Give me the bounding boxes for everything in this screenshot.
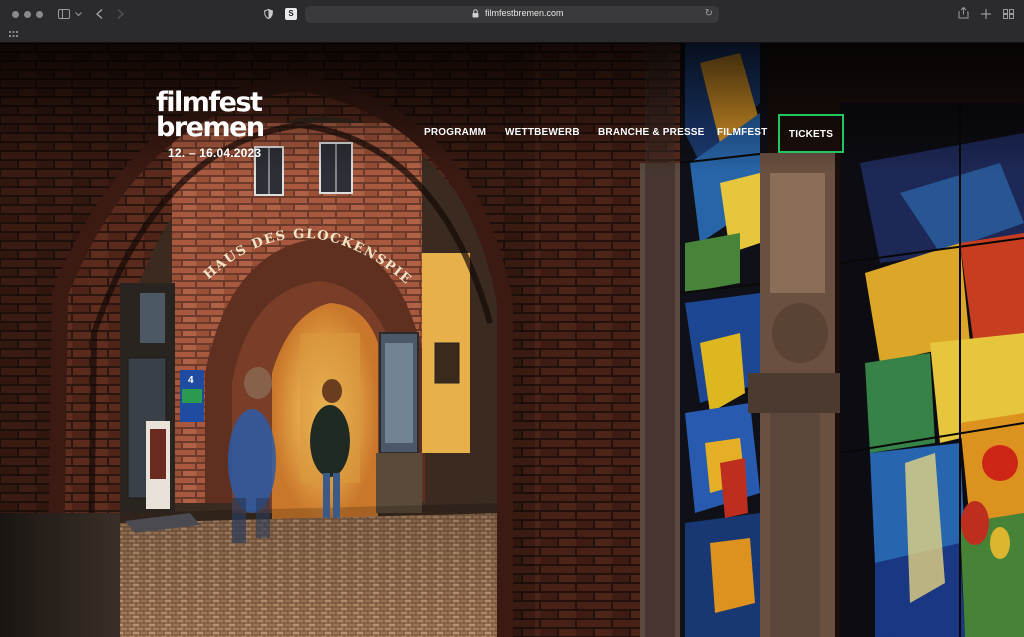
browser-toolbar: S filmfestbremen.com ↻: [0, 0, 1024, 43]
forward-icon[interactable]: [117, 9, 124, 19]
back-icon[interactable]: [96, 9, 103, 19]
minimize-window-button[interactable]: [24, 11, 31, 18]
nav-item-wettbewerb[interactable]: WETTBEWERB: [505, 127, 580, 138]
festival-logo[interactable]: filmfest bremen 12. – 16.04.2023: [156, 89, 265, 160]
shield-icon[interactable]: [264, 9, 273, 19]
tab-overview-icon[interactable]: [1003, 9, 1014, 19]
address-bar[interactable]: filmfestbremen.com ↻: [305, 6, 719, 23]
share-icon[interactable]: [958, 7, 969, 19]
site-favicon[interactable]: S: [285, 8, 297, 20]
new-tab-icon[interactable]: [981, 9, 991, 19]
tickets-button[interactable]: TICKETS: [778, 114, 844, 153]
reload-icon[interactable]: ↻: [705, 8, 713, 19]
page-viewport: 4 HAUS DES GLOCKENSPIELS: [0, 43, 1024, 637]
sidebar-icon[interactable]: [58, 9, 70, 19]
zoom-window-button[interactable]: [36, 11, 43, 18]
nav-item-programm[interactable]: PROGRAMM: [424, 127, 486, 138]
close-window-button[interactable]: [12, 11, 19, 18]
lock-icon: [472, 9, 479, 18]
festival-dates: 12. – 16.04.2023: [168, 146, 262, 160]
chevron-down-icon[interactable]: [75, 12, 82, 17]
grid-icon[interactable]: [9, 31, 18, 37]
tickets-label: TICKETS: [788, 129, 834, 140]
nav-item-branche-presse[interactable]: BRANCHE & PRESSE: [598, 127, 705, 138]
house-number: 4: [188, 375, 194, 386]
url-text: filmfestbremen.com: [485, 8, 564, 18]
logo-line-bremen: bremen: [156, 112, 265, 143]
nav-item-filmfest[interactable]: FILMFEST: [717, 127, 767, 138]
